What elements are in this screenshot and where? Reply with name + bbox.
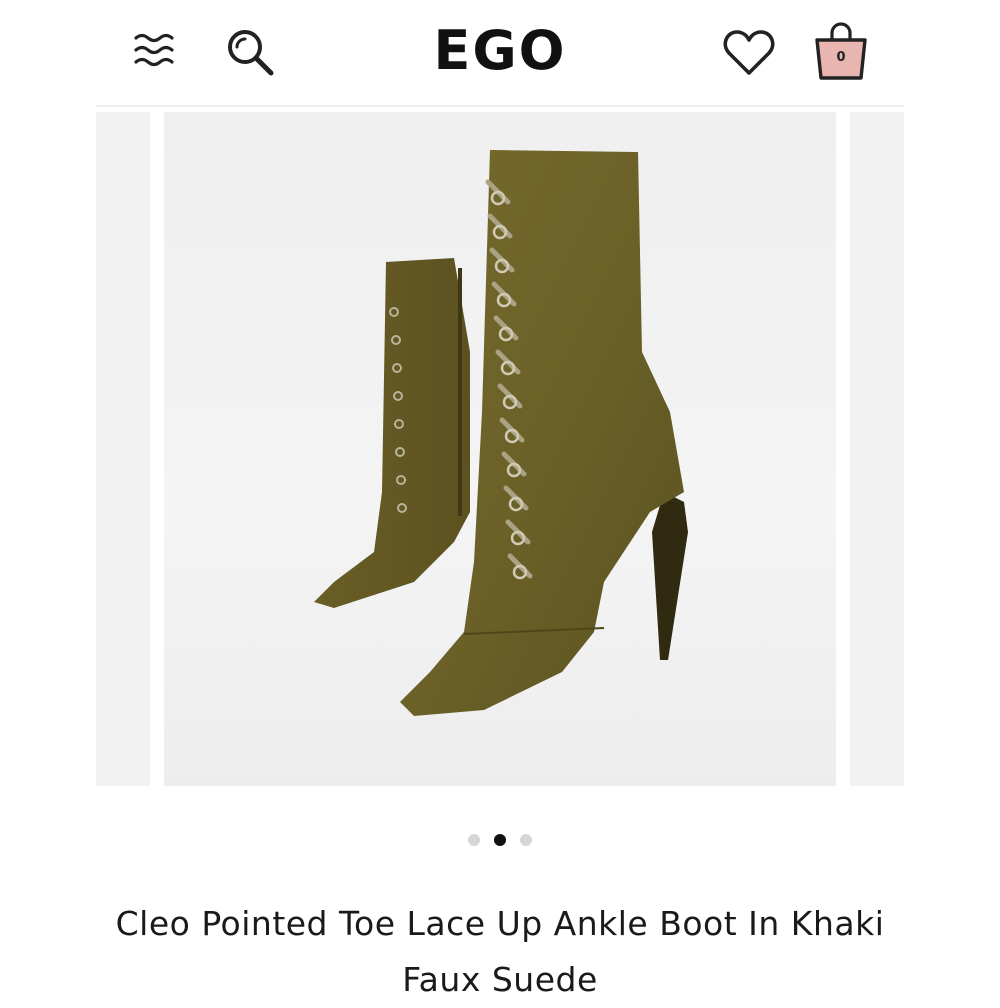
site-logo[interactable]: EGO xyxy=(396,18,604,84)
product-image[interactable] xyxy=(164,112,836,786)
shopping-bag-button[interactable]: 0 xyxy=(812,20,870,82)
carousel-dot-3[interactable] xyxy=(520,834,532,846)
carousel-pagination xyxy=(0,832,1000,848)
product-title: Cleo Pointed Toe Lace Up Ankle Boot In K… xyxy=(115,904,885,999)
heart-icon[interactable] xyxy=(722,28,776,78)
next-slide-peek[interactable] xyxy=(850,112,904,786)
boot-image xyxy=(314,150,688,716)
menu-icon[interactable] xyxy=(132,28,178,74)
carousel-dot-1[interactable] xyxy=(468,834,480,846)
previous-slide-peek[interactable] xyxy=(96,112,150,786)
product-image-carousel[interactable] xyxy=(0,112,1000,788)
site-header: EGO 0 xyxy=(96,0,904,107)
bag-count-badge: 0 xyxy=(836,50,846,65)
carousel-dot-2[interactable] xyxy=(494,834,506,846)
search-icon[interactable] xyxy=(224,26,276,78)
